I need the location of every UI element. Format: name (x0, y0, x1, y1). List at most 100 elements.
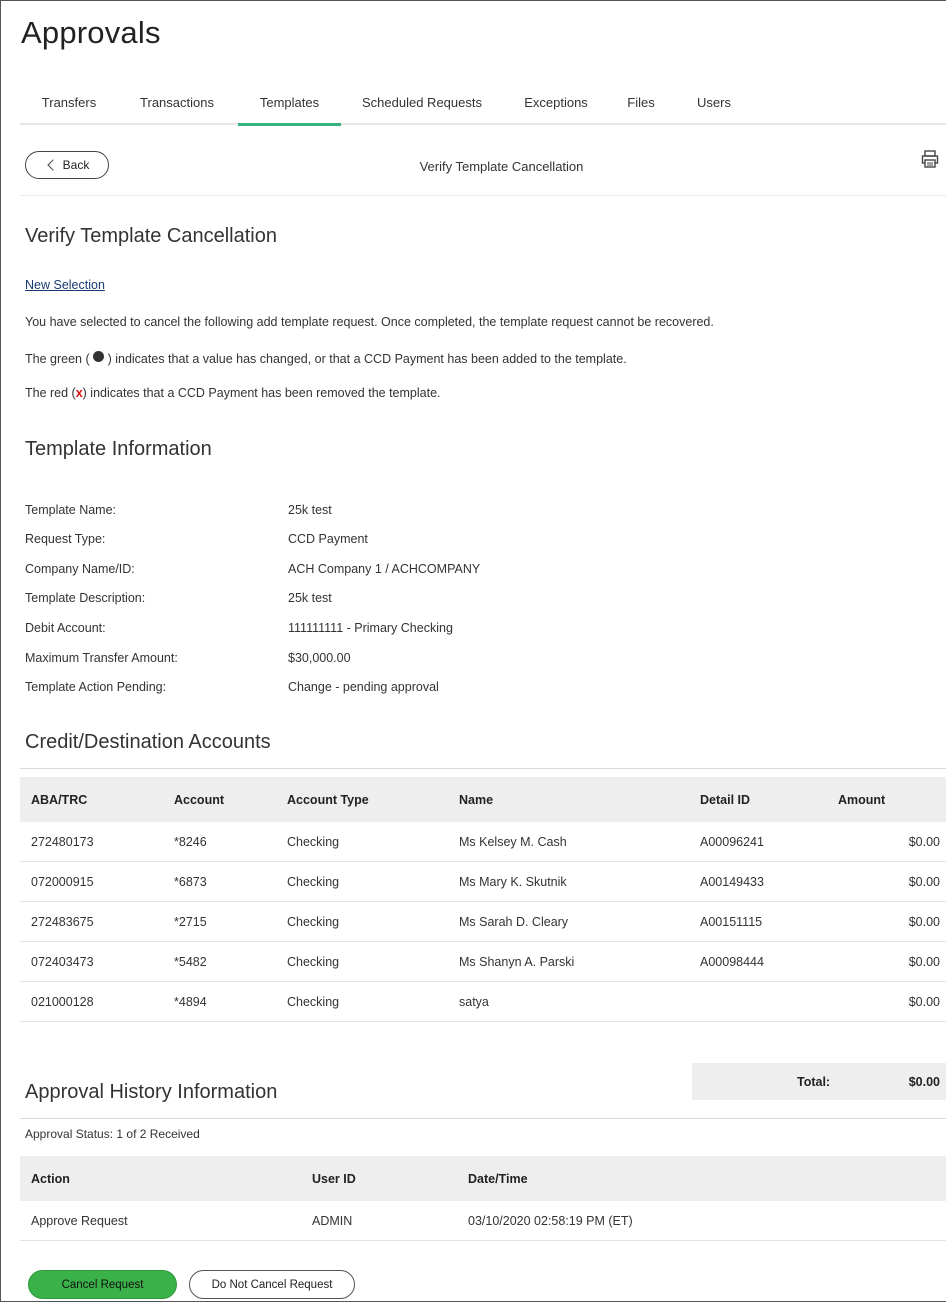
table-row: 072000915 *6873 Checking Ms Mary K. Skut… (20, 861, 946, 902)
cell-name: Ms Kelsey M. Cash (448, 822, 689, 862)
table-row: 021000128 *4894 Checking satya $0.00 (20, 981, 946, 1022)
cell-name: satya (448, 981, 689, 1022)
cell-action: Approve Request (20, 1201, 301, 1241)
field-value-description: 25k test (288, 591, 332, 605)
field-label-debit-account: Debit Account: (25, 621, 106, 635)
tab-files[interactable]: Files (625, 95, 657, 123)
cell-account: *2715 (163, 901, 276, 942)
field-value-max-amount: $30,000.00 (288, 651, 351, 665)
page-title: Approvals (21, 15, 161, 50)
tab-transfers[interactable]: Transfers (40, 95, 98, 123)
tab-transactions[interactable]: Transactions (131, 95, 223, 123)
new-selection-link[interactable]: New Selection (25, 278, 105, 292)
cell-account-type: Checking (276, 861, 448, 902)
table-row: Approve Request ADMIN 03/10/2020 02:58:1… (20, 1201, 946, 1241)
cell-name: Ms Mary K. Skutnik (448, 861, 689, 902)
printer-icon[interactable] (920, 149, 940, 169)
cell-detail-id (689, 981, 806, 1022)
cell-user-id: ADMIN (301, 1201, 457, 1241)
green-legend-suffix: ) indicates that a value has changed, or… (107, 352, 627, 366)
cell-detail-id: A00149433 (689, 861, 806, 902)
tab-scheduled-requests[interactable]: Scheduled Requests (357, 95, 487, 123)
column-header-user-id: User ID (301, 1156, 457, 1201)
do-not-cancel-button[interactable]: Do Not Cancel Request (189, 1270, 355, 1299)
cell-account: *4894 (163, 981, 276, 1022)
table-row: 272480173 *8246 Checking Ms Kelsey M. Ca… (20, 822, 946, 862)
cell-amount: $0.00 (806, 861, 946, 902)
red-legend-suffix: ) indicates that a CCD Payment has been … (82, 386, 441, 400)
column-header-name: Name (448, 777, 689, 822)
cell-name: Ms Sarah D. Cleary (448, 901, 689, 942)
cell-amount: $0.00 (806, 901, 946, 942)
field-value-request-type: CCD Payment (288, 532, 368, 546)
column-header-amount: Amount (806, 777, 946, 822)
sub-toolbar: Back Verify Template Cancellation (20, 139, 946, 196)
column-header-aba: ABA/TRC (20, 777, 163, 822)
cell-amount: $0.00 (806, 822, 946, 862)
verify-heading: Verify Template Cancellation (25, 225, 277, 247)
tab-exceptions[interactable]: Exceptions (519, 95, 593, 123)
cancel-request-button[interactable]: Cancel Request (28, 1270, 177, 1299)
cell-amount: $0.00 (806, 981, 946, 1022)
cell-detail-id: A00096241 (689, 822, 806, 862)
column-header-account-type: Account Type (276, 777, 448, 822)
cell-account: *8246 (163, 822, 276, 862)
field-label-max-amount: Maximum Transfer Amount: (25, 651, 178, 665)
intro-text: You have selected to cancel the followin… (25, 315, 714, 329)
cell-account: *5482 (163, 941, 276, 982)
tab-templates[interactable]: Templates (238, 95, 341, 126)
table-header-row: ABA/TRC Account Account Type Name Detail… (20, 777, 946, 822)
approval-status: Approval Status: 1 of 2 Received (25, 1127, 200, 1141)
column-header-account: Account (163, 777, 276, 822)
section-divider (20, 1118, 946, 1119)
approval-history-heading: Approval History Information (25, 1081, 278, 1103)
field-label-company: Company Name/ID: (25, 562, 135, 576)
cell-datetime: 03/10/2020 02:58:19 PM (ET) (457, 1201, 946, 1241)
column-header-detail-id: Detail ID (689, 777, 806, 822)
approvals-page: Approvals Transfers Transactions Templat… (0, 0, 946, 1302)
cell-detail-id: A00151115 (689, 901, 806, 942)
total-label: Total: (797, 1075, 831, 1089)
field-label-action-pending: Template Action Pending: (25, 680, 167, 694)
approval-history-table: Action User ID Date/Time Approve Request… (20, 1156, 946, 1241)
tab-bar: Transfers Transactions Templates Schedul… (20, 90, 946, 126)
credit-accounts-heading: Credit/Destination Accounts (25, 731, 271, 753)
table-row: 072403473 *5482 Checking Ms Shanyn A. Pa… (20, 941, 946, 982)
green-legend: The green ( ) indicates that a value has… (25, 351, 627, 366)
field-value-template-name: 25k test (288, 503, 332, 517)
table-header-row: Action User ID Date/Time (20, 1156, 946, 1201)
green-legend-prefix: The green ( (25, 352, 90, 366)
toolbar-title: Verify Template Cancellation (419, 159, 584, 174)
cell-aba: 072000915 (20, 861, 163, 902)
cell-amount: $0.00 (806, 941, 946, 982)
table-row: 272483675 *2715 Checking Ms Sarah D. Cle… (20, 901, 946, 942)
total-value: $0.00 (908, 1075, 940, 1089)
field-label-description: Template Description: (25, 591, 146, 605)
cell-account-type: Checking (276, 901, 448, 942)
cell-account-type: Checking (276, 981, 448, 1022)
cell-aba: 072403473 (20, 941, 163, 982)
tab-users[interactable]: Users (696, 95, 732, 123)
field-label-request-type: Request Type: (25, 532, 106, 546)
credit-accounts-table: ABA/TRC Account Account Type Name Detail… (20, 777, 946, 1022)
column-header-action: Action (20, 1156, 301, 1201)
field-value-debit-account: 111111111 - Primary Checking (288, 621, 453, 635)
field-value-company: ACH Company 1 / ACHCOMPANY (288, 562, 481, 576)
field-label-template-name: Template Name: (25, 503, 117, 517)
red-legend: The red (x) indicates that a CCD Payment… (25, 386, 441, 400)
template-info-heading: Template Information (25, 438, 212, 460)
cell-aba: 272483675 (20, 901, 163, 942)
total-row: Total: $0.00 (692, 1063, 946, 1100)
cell-aba: 272480173 (20, 822, 163, 862)
cell-detail-id: A00098444 (689, 941, 806, 982)
cell-account-type: Checking (276, 941, 448, 982)
red-legend-prefix: The red ( (25, 386, 76, 400)
column-header-datetime: Date/Time (457, 1156, 946, 1201)
section-divider (20, 768, 946, 769)
cell-account: *6873 (163, 861, 276, 902)
cell-aba: 021000128 (20, 981, 163, 1022)
cell-name: Ms Shanyn A. Parski (448, 941, 689, 982)
field-value-action-pending: Change - pending approval (288, 680, 439, 694)
change-indicator-icon (93, 351, 105, 362)
cell-account-type: Checking (276, 822, 448, 862)
